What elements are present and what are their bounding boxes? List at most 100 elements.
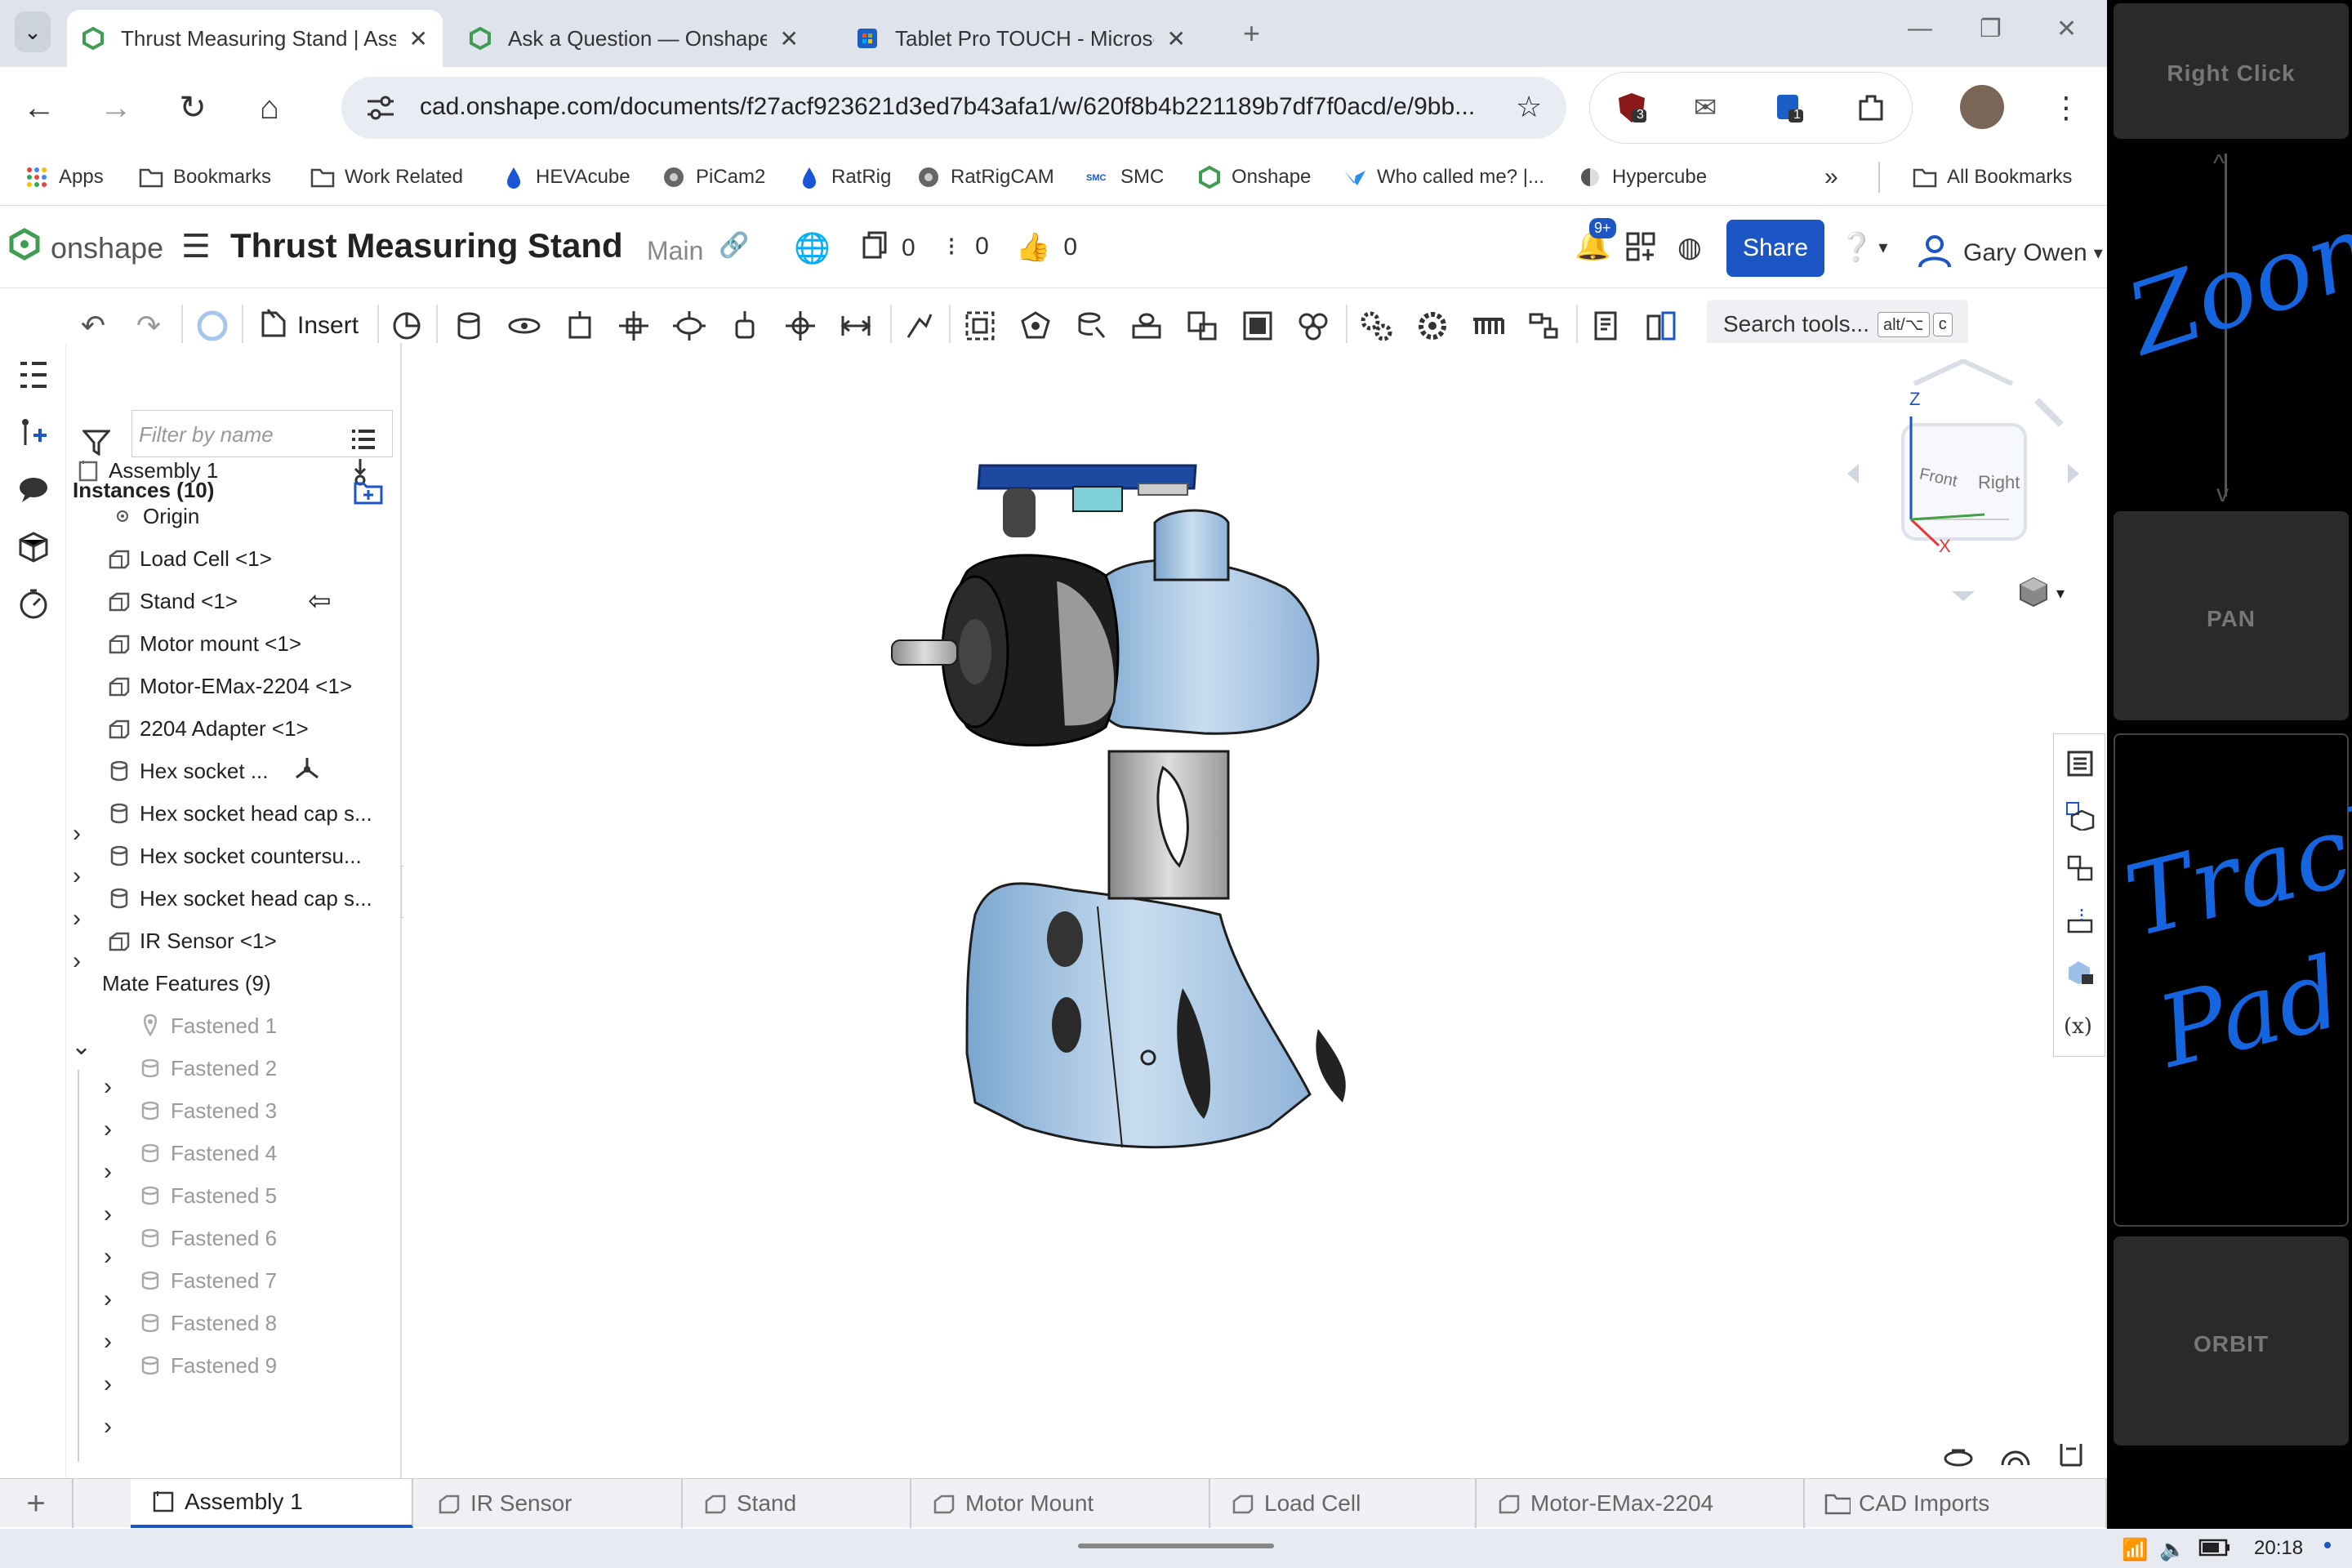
named-views-panel-icon[interactable]: [2060, 901, 2100, 940]
mate-connector-icon[interactable]: [387, 306, 426, 345]
chevron-right-icon[interactable]: ›: [73, 820, 81, 848]
document-title[interactable]: Thrust Measuring Stand: [230, 226, 623, 265]
forward-button[interactable]: →: [91, 83, 140, 132]
onshape-logo[interactable]: onshape: [8, 228, 163, 268]
chevron-right-icon[interactable]: ›: [104, 1073, 112, 1101]
relation-icon[interactable]: [1127, 306, 1166, 345]
chevron-right-icon[interactable]: ›: [104, 1116, 112, 1143]
pin-slot-mate-icon[interactable]: [725, 306, 764, 345]
chevron-right-icon[interactable]: ›: [73, 905, 81, 933]
gear-icon[interactable]: [1413, 306, 1452, 345]
measure-tool-icon[interactable]: [2056, 1441, 2086, 1472]
comments-button[interactable]: ⁝ 0: [947, 231, 989, 262]
close-icon[interactable]: ✕: [409, 25, 428, 52]
minimize-button[interactable]: —: [1908, 15, 1932, 42]
revolute-mate-icon[interactable]: [505, 306, 544, 345]
graphics-viewport[interactable]: Z X Front Right ▾: [403, 343, 2107, 1480]
mate-fastened-2[interactable]: Fastened 2: [136, 1047, 277, 1089]
linear-pattern-icon[interactable]: [1524, 306, 1563, 345]
explode-icon[interactable]: [1238, 306, 1277, 345]
tab-ask-question[interactable]: Ask a Question — Onshape ✕: [454, 10, 813, 67]
new-folder-icon[interactable]: [352, 479, 385, 510]
undo-icon[interactable]: ↶: [74, 306, 113, 345]
versions-button[interactable]: 0: [862, 231, 915, 265]
instance-motor-emax[interactable]: Motor-EMax-2204 <1>: [105, 665, 352, 707]
instance-hex-socket-1[interactable]: Hex socket ...: [105, 750, 321, 792]
extension-badge-icon[interactable]: 1: [1769, 88, 1808, 127]
mass-properties-icon[interactable]: [1942, 1442, 1975, 1471]
app-store-icon[interactable]: [1625, 231, 1656, 262]
site-settings-icon[interactable]: [366, 95, 395, 125]
appearance-panel-icon[interactable]: [2060, 796, 2100, 835]
tab-search-dropdown[interactable]: ⌄: [15, 11, 51, 52]
user-menu[interactable]: Gary Owen ▾: [1916, 231, 2103, 275]
ball-mate-icon[interactable]: [781, 306, 820, 345]
chevron-right-icon[interactable]: ›: [104, 1370, 112, 1398]
right-click-button[interactable]: Right Click: [2114, 3, 2349, 139]
learning-center-icon[interactable]: ◍: [1677, 231, 1702, 264]
instance-motor-mount[interactable]: Motor mount <1>: [105, 622, 301, 665]
add-element-button[interactable]: +: [0, 1479, 74, 1528]
home-button[interactable]: ⌂: [245, 83, 294, 132]
chevron-right-icon[interactable]: ›: [104, 1243, 112, 1271]
bookmark-ratrigcam[interactable]: RatRigCAM: [916, 163, 1054, 191]
like-button[interactable]: 👍 0: [1016, 231, 1077, 264]
bookmark-star-icon[interactable]: ☆: [1516, 90, 1542, 124]
ublock-icon[interactable]: 3: [1612, 88, 1651, 127]
more-bookmarks-button[interactable]: »: [1824, 163, 1838, 191]
gesture-handle[interactable]: [1078, 1544, 1274, 1548]
branch-label[interactable]: Main: [647, 236, 703, 266]
feature-list-icon[interactable]: [13, 354, 54, 395]
mate-fastened-6[interactable]: Fastened 6: [136, 1217, 277, 1259]
globe-public-icon[interactable]: 🌐: [794, 231, 831, 265]
slider-mate-icon[interactable]: [560, 306, 599, 345]
browser-menu-icon[interactable]: ⋮: [2042, 83, 2091, 132]
instance-ir-sensor[interactable]: IR Sensor <1>: [105, 920, 277, 962]
variables-panel-icon[interactable]: (x): [2060, 1005, 2100, 1045]
url-box[interactable]: cad.onshape.com/documents/f27acf923621d3…: [341, 77, 1566, 139]
tab-load-cell[interactable]: Load Cell: [1210, 1479, 1477, 1528]
view-cube-right[interactable]: Right: [1978, 472, 2020, 493]
simulation-icon[interactable]: [1294, 306, 1333, 345]
mate-fastened-1[interactable]: Fastened 1: [136, 1004, 277, 1047]
pan-button[interactable]: PAN: [2114, 511, 2349, 720]
chevron-right-icon[interactable]: ›: [73, 862, 81, 890]
bookmark-folder-work[interactable]: Work Related: [310, 163, 463, 191]
group-icon[interactable]: [960, 306, 1000, 345]
insert-add-icon[interactable]: [13, 412, 54, 452]
url-text[interactable]: cad.onshape.com/documents/f27acf923621d3…: [420, 93, 1475, 121]
search-tools-button[interactable]: Search tools... alt/⌥ c: [1707, 300, 1968, 349]
mate-features-header[interactable]: Mate Features (9): [102, 962, 271, 1004]
mate-fastened-5[interactable]: Fastened 5: [136, 1174, 277, 1217]
tab-stand[interactable]: Stand: [683, 1479, 911, 1528]
profile-avatar[interactable]: [1960, 85, 2004, 129]
link-icon[interactable]: 🔗: [719, 231, 749, 260]
bookmark-who-called[interactable]: Who called me? |...: [1343, 163, 1544, 191]
close-icon[interactable]: ✕: [1167, 25, 1186, 52]
bom-panel-icon[interactable]: [2060, 744, 2100, 783]
close-window-button[interactable]: ✕: [2056, 15, 2077, 43]
instance-hex-socket-4[interactable]: Hex socket head cap s...: [105, 877, 372, 920]
close-icon[interactable]: ✕: [780, 25, 799, 52]
mail-icon[interactable]: ✉: [1686, 88, 1725, 127]
section-view-icon[interactable]: [1999, 1442, 2032, 1471]
bookmark-hypercube[interactable]: Hypercube: [1578, 163, 1707, 191]
restore-button[interactable]: ❐: [1980, 15, 2002, 43]
mate-fastened-7[interactable]: Fastened 7: [136, 1259, 277, 1302]
properties-lock-icon[interactable]: [2060, 953, 2100, 992]
mate-fastened-9[interactable]: Fastened 9: [136, 1344, 277, 1387]
instance-hex-socket-3[interactable]: Hex socket countersu...: [105, 835, 362, 877]
chevron-right-icon[interactable]: ›: [104, 1285, 112, 1313]
hamburger-menu-icon[interactable]: ☰: [181, 228, 211, 265]
instance-2204-adapter[interactable]: 2204 Adapter <1>: [105, 707, 309, 750]
bookmark-picam2[interactable]: PiCam2: [662, 163, 765, 191]
chevron-right-icon[interactable]: ›: [104, 1158, 112, 1186]
parts-cube-icon[interactable]: [13, 526, 54, 567]
insert-button[interactable]: Insert: [260, 308, 359, 344]
history-stopwatch-icon[interactable]: [13, 583, 54, 624]
replicate-icon[interactable]: [1016, 306, 1055, 345]
tab-motor-emax[interactable]: Motor-EMax-2204: [1477, 1479, 1805, 1528]
new-tab-button[interactable]: +: [1243, 16, 1260, 51]
mate-fastened-3[interactable]: Fastened 3: [136, 1089, 277, 1132]
bookmark-hevacube[interactable]: HEVAcube: [501, 163, 630, 191]
